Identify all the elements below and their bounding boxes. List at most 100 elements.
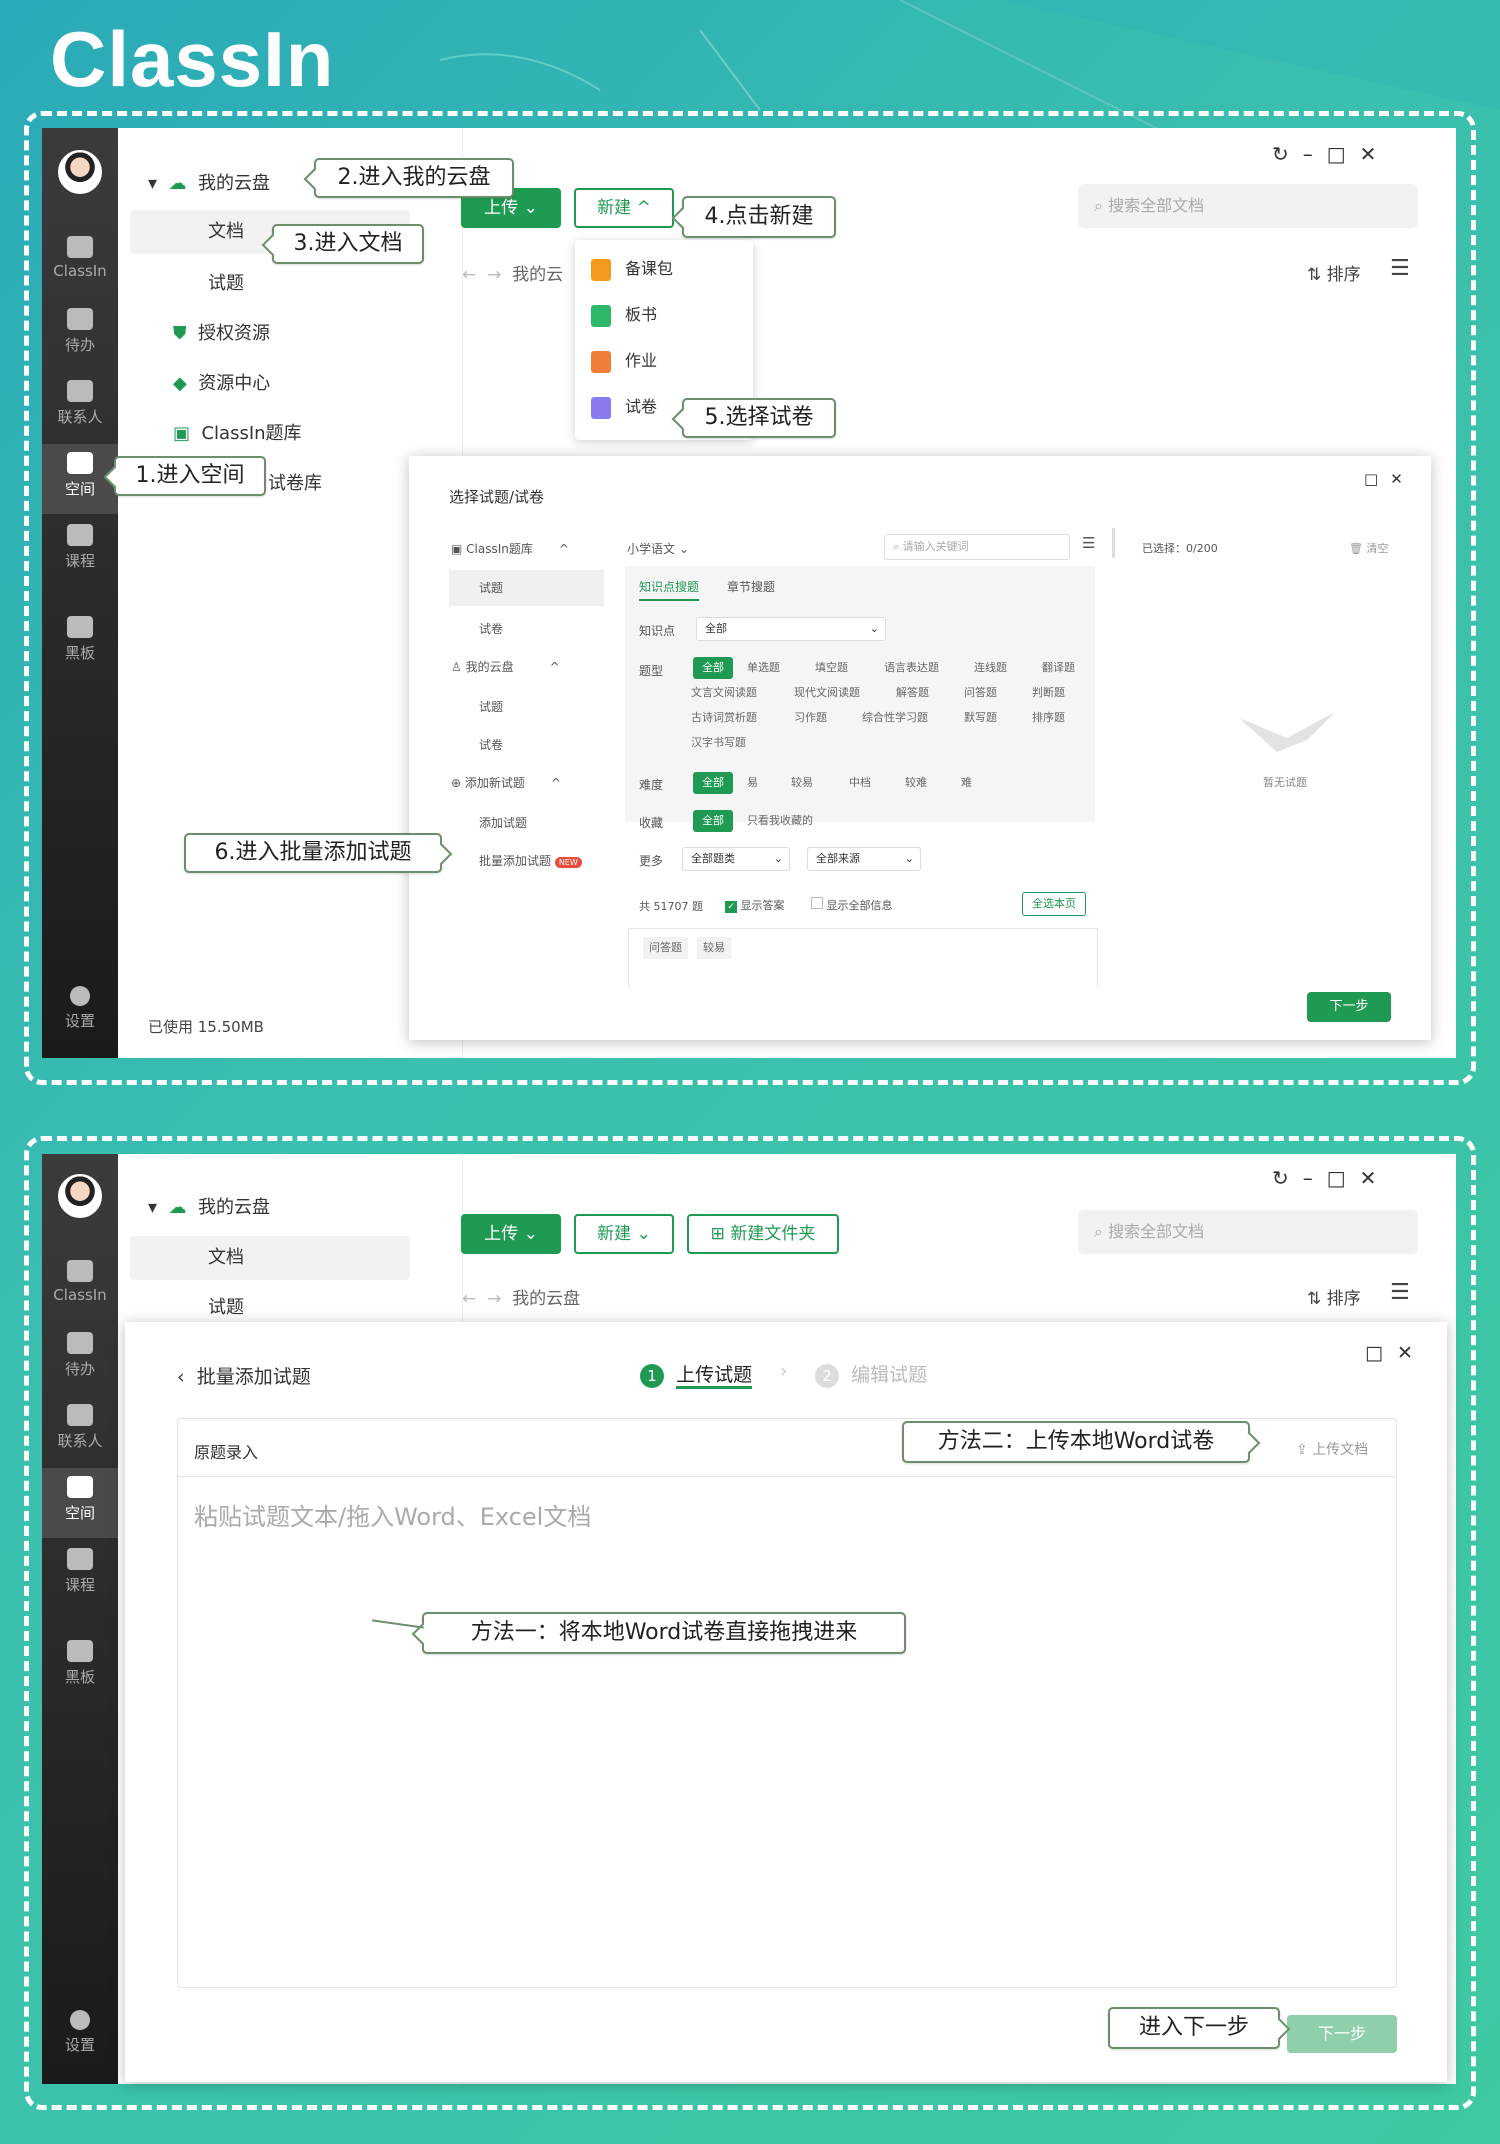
sidebar-item-settings[interactable]: 设置: [42, 978, 118, 1048]
sidebar-item-blackboard[interactable]: 黑板: [42, 1632, 118, 1702]
close-icon[interactable]: ✕: [1360, 1166, 1391, 1190]
nav-batch-add[interactable]: 批量添加试题 NEW: [479, 852, 582, 869]
new-button[interactable]: 新建 ⌄: [574, 1214, 674, 1254]
type-tag[interactable]: 单选题: [747, 657, 780, 679]
list-view-icon[interactable]: ☰: [1390, 256, 1410, 281]
nav-bank-quiz[interactable]: 试题: [449, 570, 604, 606]
diff-tag[interactable]: 中档: [849, 772, 871, 794]
sidebar-item-space[interactable]: 空间: [42, 1468, 118, 1538]
search-input[interactable]: ⌕ 搜索全部文档: [1078, 184, 1418, 228]
nav-add[interactable]: 添加试题: [479, 814, 527, 831]
more-type-select[interactable]: 全部题类 ⌄: [682, 847, 790, 871]
show-answer-checkbox[interactable]: ✓ 显示答案: [725, 897, 785, 913]
type-tag[interactable]: 文言文阅读题: [691, 682, 757, 704]
type-tag[interactable]: 判断题: [1032, 682, 1065, 704]
type-tag[interactable]: 解答题: [896, 682, 929, 704]
keyword-input[interactable]: ⌕ 请输入关键词: [884, 534, 1070, 560]
type-tag[interactable]: 填空题: [815, 657, 848, 679]
tree-my-cloud[interactable]: ▾ ☁ 我的云盘: [148, 162, 270, 206]
avatar[interactable]: [58, 1174, 102, 1218]
sidebar-item-todo[interactable]: 待办: [42, 1324, 118, 1394]
maximize-icon[interactable]: □: [1327, 1166, 1360, 1190]
back-arrow-icon[interactable]: ←: [462, 1289, 476, 1309]
next-button[interactable]: 下一步: [1287, 2015, 1397, 2053]
type-tag[interactable]: 汉字书写题: [691, 732, 746, 754]
type-tag[interactable]: 翻译题: [1042, 657, 1075, 679]
sidebar-item-classin[interactable]: ClassIn: [42, 228, 118, 298]
sidebar-item-blackboard[interactable]: 黑板: [42, 608, 118, 678]
tab-knowledge[interactable]: 知识点搜题: [639, 578, 700, 601]
more-src-select[interactable]: 全部来源 ⌄: [807, 847, 921, 871]
diff-tag[interactable]: 全部: [693, 772, 733, 794]
sidebar-item-settings[interactable]: 设置: [42, 2002, 118, 2072]
type-tag[interactable]: 全部: [693, 657, 733, 679]
filter-icon[interactable]: ☰: [1082, 534, 1095, 552]
sidebar-item-course[interactable]: 课程: [42, 1540, 118, 1610]
avatar[interactable]: [58, 150, 102, 194]
show-all-checkbox[interactable]: 显示全部信息: [811, 897, 893, 913]
nav-cloud[interactable]: ♙ 我的云盘 ^: [451, 658, 560, 675]
tree-bank[interactable]: ▣ ClassIn题库: [173, 412, 302, 456]
type-tag[interactable]: 默写题: [964, 707, 997, 729]
type-tag[interactable]: 习作题: [794, 707, 827, 729]
nav-bank[interactable]: ▣ ClassIn题库 ^: [451, 540, 569, 557]
search-input[interactable]: ⌕ 搜索全部文档: [1078, 1210, 1418, 1254]
paste-textarea[interactable]: 粘贴试题文本/拖入Word、Excel文档: [194, 1497, 1374, 1967]
back-title[interactable]: ‹ 批量添加试题: [177, 1362, 311, 1389]
close-icon[interactable]: ✕: [1390, 470, 1415, 488]
diff-tag[interactable]: 难: [961, 772, 972, 794]
menu-item-paper[interactable]: 试卷: [591, 392, 657, 422]
diff-tag[interactable]: 较难: [905, 772, 927, 794]
new-folder-button[interactable]: ⊞ 新建文件夹: [687, 1214, 839, 1254]
type-tag[interactable]: 排序题: [1032, 707, 1065, 729]
menu-item-homework[interactable]: 作业: [591, 346, 657, 376]
tree-auth[interactable]: ⛊ 授权资源: [173, 312, 270, 356]
minimize-icon[interactable]: –: [1303, 142, 1327, 166]
type-tag[interactable]: 综合性学习题: [862, 707, 928, 729]
nav-addnew[interactable]: ⊕ 添加新试题 ^: [451, 774, 561, 791]
clear-button[interactable]: 🗑 清空: [1349, 540, 1388, 556]
menu-item-package[interactable]: 备课包: [591, 254, 673, 284]
minimize-icon[interactable]: –: [1303, 1166, 1327, 1190]
sidebar-item-contacts[interactable]: 联系人: [42, 372, 118, 442]
type-tag[interactable]: 语言表达题: [884, 657, 939, 679]
refresh-icon[interactable]: ↻: [1272, 1166, 1303, 1190]
close-icon[interactable]: ✕: [1397, 1342, 1427, 1364]
diff-tag[interactable]: 较易: [791, 772, 813, 794]
fav-tag[interactable]: 全部: [693, 810, 733, 832]
tree-doc[interactable]: 文档: [130, 1236, 410, 1280]
select-page-button[interactable]: 全选本页: [1022, 892, 1086, 916]
type-tag[interactable]: 连线题: [974, 657, 1007, 679]
fav-tag[interactable]: 只看我收藏的: [747, 810, 813, 832]
diff-tag[interactable]: 易: [747, 772, 758, 794]
sort-button[interactable]: ⇅ 排序: [1307, 1284, 1361, 1309]
type-tag[interactable]: 古诗词赏析题: [691, 707, 757, 729]
nav-cloud-quiz[interactable]: 试题: [479, 698, 503, 715]
maximize-icon[interactable]: □: [1365, 1342, 1397, 1364]
type-tag[interactable]: 现代文阅读题: [794, 682, 860, 704]
close-icon[interactable]: ✕: [1360, 142, 1391, 166]
tree-resource[interactable]: ◆ 资源中心: [173, 362, 270, 406]
back-arrow-icon[interactable]: ←: [462, 265, 476, 285]
tree-quiz[interactable]: 试题: [208, 262, 244, 306]
next-button[interactable]: 下一步: [1307, 992, 1391, 1022]
sidebar-item-course[interactable]: 课程: [42, 516, 118, 586]
maximize-icon[interactable]: □: [1364, 470, 1390, 488]
type-tag[interactable]: 问答题: [964, 682, 997, 704]
tree-paperbank[interactable]: 试卷库: [268, 462, 322, 506]
menu-item-board[interactable]: 板书: [591, 300, 657, 330]
forward-arrow-icon[interactable]: →: [487, 265, 501, 285]
refresh-icon[interactable]: ↻: [1272, 142, 1303, 166]
nav-cloud-paper[interactable]: 试卷: [479, 736, 503, 753]
maximize-icon[interactable]: □: [1327, 142, 1360, 166]
upload-doc-button[interactable]: ⇪ 上传文档: [1296, 1439, 1368, 1459]
nav-bank-paper[interactable]: 试卷: [479, 620, 503, 637]
sidebar-item-contacts[interactable]: 联系人: [42, 1396, 118, 1466]
tree-my-cloud[interactable]: ▾ ☁ 我的云盘: [148, 1186, 270, 1230]
sidebar-item-todo[interactable]: 待办: [42, 300, 118, 370]
tab-chapter[interactable]: 章节搜题: [727, 578, 775, 595]
kp-select[interactable]: 全部 ⌄: [696, 617, 886, 641]
upload-button[interactable]: 上传 ⌄: [461, 1214, 561, 1254]
forward-arrow-icon[interactable]: →: [487, 1289, 501, 1309]
sort-button[interactable]: ⇅ 排序: [1307, 260, 1361, 285]
